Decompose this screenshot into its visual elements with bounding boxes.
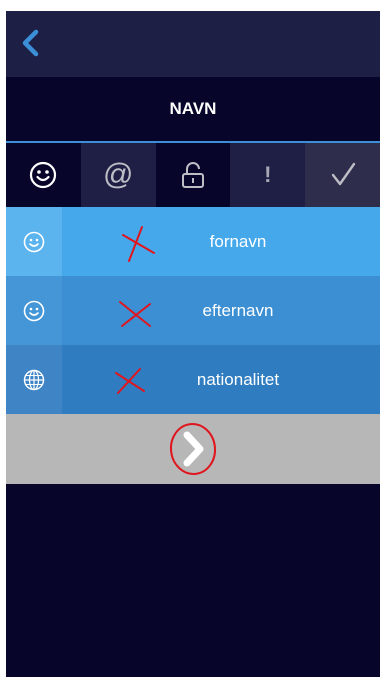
tab-name[interactable] bbox=[6, 143, 81, 207]
field-list: fornavn efternavn nationalitet bbox=[6, 207, 380, 414]
field-body: efternavn bbox=[62, 276, 380, 345]
red-x-annotation-icon bbox=[122, 226, 155, 262]
smiley-icon bbox=[23, 300, 45, 321]
title-bar: NAVN bbox=[6, 77, 380, 141]
smiley-icon bbox=[30, 161, 57, 189]
field-lead bbox=[6, 207, 62, 276]
exclamation-icon: ! bbox=[264, 162, 272, 187]
tab-password[interactable] bbox=[155, 143, 231, 207]
globe-icon bbox=[23, 369, 45, 390]
page-title: NAVN bbox=[169, 99, 217, 118]
at-sign-icon: @ bbox=[102, 158, 134, 191]
red-x-annotation-icon bbox=[119, 301, 151, 327]
field-label: efternavn bbox=[202, 300, 274, 320]
tab-info[interactable]: ! bbox=[230, 143, 306, 207]
field-lead bbox=[6, 276, 62, 345]
smiley-icon bbox=[23, 231, 45, 252]
step-tabs: @ ! bbox=[6, 143, 380, 207]
field-label: fornavn bbox=[209, 231, 267, 251]
back-chevron-icon[interactable] bbox=[16, 28, 46, 58]
field-label: nationalitet bbox=[196, 369, 280, 389]
chevron-right-icon bbox=[169, 423, 217, 475]
tab-confirm[interactable] bbox=[305, 143, 380, 207]
field-body: fornavn bbox=[62, 207, 380, 276]
red-circle-annotation bbox=[169, 423, 217, 475]
next-button[interactable] bbox=[6, 414, 380, 484]
tab-email[interactable]: @ bbox=[80, 143, 156, 207]
field-fornavn[interactable]: fornavn bbox=[6, 207, 380, 276]
field-body: nationalitet bbox=[62, 345, 380, 414]
field-efternavn[interactable]: efternavn bbox=[6, 276, 380, 345]
checkmark-icon bbox=[331, 162, 355, 186]
padlock-icon bbox=[181, 162, 204, 188]
field-nationalitet[interactable]: nationalitet bbox=[6, 345, 380, 414]
app-screen: NAVN @ ! fornavn efternavn nationalitet bbox=[6, 11, 380, 677]
red-x-annotation-icon bbox=[115, 368, 145, 394]
field-lead bbox=[6, 345, 62, 414]
top-bar bbox=[6, 11, 380, 77]
